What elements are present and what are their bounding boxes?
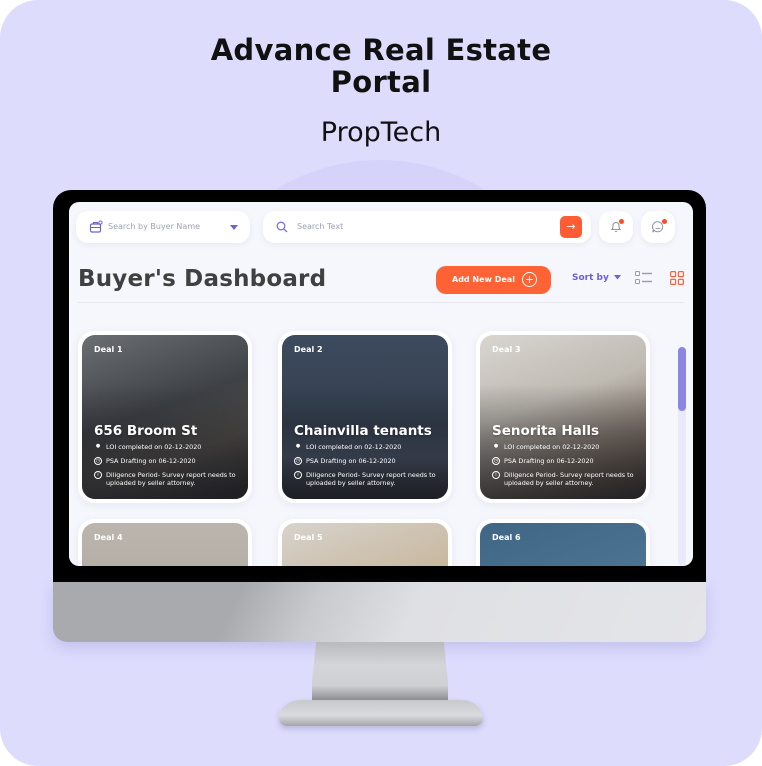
headline-line-1: Advance Real Estate [210, 33, 552, 67]
deal-card[interactable]: Deal 1 656 Broom St ● LOI completed on 02-1… [78, 331, 252, 503]
deal-card-title: 656 Broom St [94, 423, 198, 439]
deal-status-text: PSA Drafting on 06-12-2020 [106, 457, 196, 465]
subtitle: PropTech [320, 117, 442, 148]
deal-status-text: Diligence Period- Survey report needs to… [504, 471, 634, 487]
clock-icon: ◷ [94, 457, 102, 465]
deal-status-psa: ◷ PSA Drafting on 06-12-2020 [94, 457, 244, 465]
notification-badge [619, 219, 624, 224]
deal-card-label: Deal 2 [294, 345, 323, 354]
header-divider [78, 302, 684, 303]
plus-circle-icon: + [522, 272, 537, 287]
deal-status-loi: ● LOI completed on 02-12-2020 [492, 443, 642, 451]
deal-card-image: Deal 6 [480, 523, 646, 566]
deal-card[interactable]: Deal 3 Senorita Halls ● LOI completed on 02… [476, 331, 650, 503]
deal-status-text: LOI completed on 02-12-2020 [306, 443, 402, 451]
deal-card-label: Deal 4 [94, 533, 123, 542]
deal-status-loi: ● LOI completed on 02-12-2020 [294, 443, 444, 451]
caret-down-icon [230, 225, 238, 230]
deal-status-text: Diligence Period- Survey report needs to… [106, 471, 236, 487]
add-new-deal-button[interactable]: Add New Deal + [436, 266, 551, 294]
deal-status-text: Diligence Period- Survey report needs to… [306, 471, 436, 487]
deal-status-psa: ◷ PSA Drafting on 06-12-2020 [492, 457, 642, 465]
deal-status-text: PSA Drafting on 06-12-2020 [504, 457, 594, 465]
deal-card-image: Deal 2 Chainvilla tenants ● LOI completed o… [282, 335, 448, 499]
deal-card-label: Deal 5 [294, 533, 323, 542]
background-card: Advance Real Estate Portal PropTech Sear… [0, 0, 762, 766]
list-view-icon[interactable] [635, 271, 653, 285]
deal-status-text: PSA Drafting on 06-12-2020 [306, 457, 396, 465]
deal-status-diligence: i Diligence Period- Survey report needs t… [294, 471, 444, 487]
deal-status-psa: ◷ PSA Drafting on 06-12-2020 [294, 457, 444, 465]
deal-card[interactable]: Deal 4 [78, 519, 252, 566]
person-icon: ● [295, 443, 301, 449]
add-new-deal-label: Add New Deal [452, 275, 515, 284]
deal-card-label: Deal 1 [94, 345, 123, 354]
headline-line-2: Portal [330, 65, 432, 99]
deal-status-diligence: i Diligence Period- Survey report needs t… [94, 471, 244, 487]
monitor-stand-base [279, 700, 483, 726]
sort-by-label: Sort by [572, 273, 609, 283]
arrow-right-icon: → [566, 220, 576, 233]
deal-card-image: Deal 4 [82, 523, 248, 566]
deal-card-label: Deal 6 [492, 533, 521, 542]
deal-card-label: Deal 3 [492, 345, 521, 354]
headline: Advance Real Estate Portal [0, 34, 762, 98]
page-title: Buyer's Dashboard [78, 266, 327, 292]
text-search-bar[interactable]: Search Text → [263, 211, 591, 243]
person-icon: ● [493, 443, 499, 449]
sort-by-dropdown[interactable]: Sort by [572, 273, 621, 283]
deal-card-title: Chainvilla tenants [294, 423, 432, 439]
clock-icon: ◷ [492, 457, 500, 465]
messages-button[interactable] [641, 211, 675, 243]
search-submit-button[interactable]: → [560, 216, 582, 238]
deal-card-image: Deal 3 Senorita Halls ● LOI completed on 02… [480, 335, 646, 499]
deal-card[interactable]: Deal 5 [278, 519, 452, 566]
info-icon: i [294, 471, 302, 479]
message-badge [662, 219, 667, 224]
buyer-search-placeholder: Search by Buyer Name [108, 222, 201, 231]
deal-card-image: Deal 1 656 Broom St ● LOI completed on 02-1… [82, 335, 248, 499]
deal-card[interactable]: Deal 6 [476, 519, 650, 566]
deal-status-text: LOI completed on 02-12-2020 [106, 443, 202, 451]
search-icon [276, 221, 288, 233]
clock-icon: ◷ [294, 457, 302, 465]
person-icon: ● [95, 443, 101, 449]
deal-card-image: Deal 5 [282, 523, 448, 566]
notifications-button[interactable] [599, 211, 633, 243]
briefcase-icon [89, 220, 103, 233]
buyer-search-dropdown[interactable]: Search by Buyer Name [76, 211, 250, 243]
deal-status-loi: ● LOI completed on 02-12-2020 [94, 443, 244, 451]
deal-status-text: LOI completed on 02-12-2020 [504, 443, 600, 451]
caret-down-icon [614, 275, 621, 280]
scrollbar-thumb[interactable] [678, 347, 686, 411]
monitor-stand-neck [312, 642, 448, 700]
info-icon: i [492, 471, 500, 479]
monitor-chin [53, 582, 706, 642]
app-screen: Search by Buyer Name Search Text → Buyer… [69, 202, 693, 566]
deal-status-diligence: i Diligence Period- Survey report needs t… [492, 471, 642, 487]
text-search-input[interactable]: Search Text [297, 222, 343, 231]
deal-card[interactable]: Deal 2 Chainvilla tenants ● LOI completed o… [278, 331, 452, 503]
info-icon: i [94, 471, 102, 479]
deal-card-title: Senorita Halls [492, 423, 600, 439]
grid-view-icon[interactable] [670, 271, 684, 285]
